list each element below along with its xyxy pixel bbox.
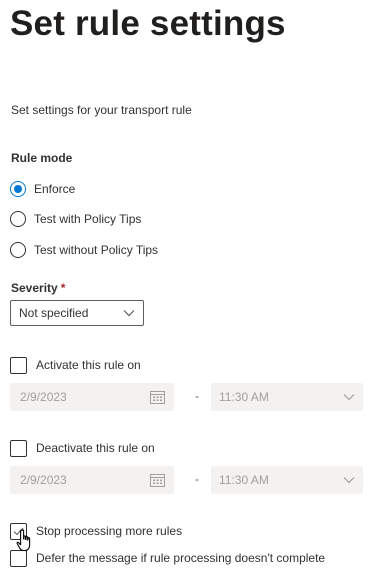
stop-processing-checkbox-row[interactable]: Stop processing more rules [10, 521, 182, 541]
activate-rule-label: Activate this rule on [36, 358, 141, 372]
defer-message-label: Defer the message if rule processing doe… [36, 551, 326, 565]
activate-time-value: 11:30 AM [219, 390, 269, 404]
activate-time-dropdown[interactable]: 11:30 AM [211, 383, 363, 411]
radio-button[interactable] [10, 242, 26, 258]
radio-button[interactable] [10, 211, 26, 227]
deactivate-time-value: 11:30 AM [219, 473, 269, 487]
chevron-down-icon [343, 394, 355, 401]
activate-rule-checkbox[interactable] [10, 356, 27, 374]
radio-label: Enforce [34, 182, 76, 196]
calendar-icon [150, 474, 165, 487]
severity-value: Not specified [19, 306, 89, 320]
radio-label: Test with Policy Tips [34, 212, 142, 226]
radio-label: Test without Policy Tips [34, 243, 159, 257]
rule-mode-label: Rule mode [11, 151, 73, 165]
radio-test-without-policy-tips[interactable]: Test without Policy Tips [10, 240, 158, 260]
severity-label-text: Severity [11, 281, 58, 295]
page-subtitle: Set settings for your transport rule [11, 103, 192, 117]
deactivate-time-dropdown[interactable]: 11:30 AM [211, 466, 363, 494]
severity-dropdown[interactable]: Not specified [10, 300, 144, 326]
defer-message-checkbox-row[interactable]: Defer the message if rule processing doe… [10, 548, 325, 568]
radio-enforce[interactable]: Enforce [10, 179, 75, 199]
chevron-down-icon [123, 310, 135, 317]
chevron-down-icon [343, 477, 355, 484]
date-time-separator: - [195, 389, 199, 403]
radio-button-checked[interactable] [10, 181, 26, 197]
deactivate-rule-checkbox-row[interactable]: Deactivate this rule on [10, 438, 155, 458]
severity-label: Severity * [11, 281, 65, 295]
page-title: Set rule settings [10, 4, 286, 43]
radio-test-with-policy-tips[interactable]: Test with Policy Tips [10, 209, 141, 229]
required-marker: * [60, 281, 66, 295]
activate-rule-checkbox-row[interactable]: Activate this rule on [10, 355, 141, 375]
calendar-icon [150, 391, 165, 404]
date-time-separator: - [195, 472, 199, 486]
deactivate-rule-checkbox[interactable] [10, 439, 27, 457]
stop-processing-label: Stop processing more rules [36, 524, 183, 538]
deactivate-rule-label: Deactivate this rule on [36, 441, 155, 455]
deactivate-date-value: 2/9/2023 [20, 473, 67, 487]
deactivate-date-picker[interactable]: 2/9/2023 [10, 466, 174, 494]
hand-pointer-icon [16, 529, 31, 552]
activate-date-value: 2/9/2023 [20, 390, 67, 404]
activate-date-picker[interactable]: 2/9/2023 [10, 383, 174, 411]
